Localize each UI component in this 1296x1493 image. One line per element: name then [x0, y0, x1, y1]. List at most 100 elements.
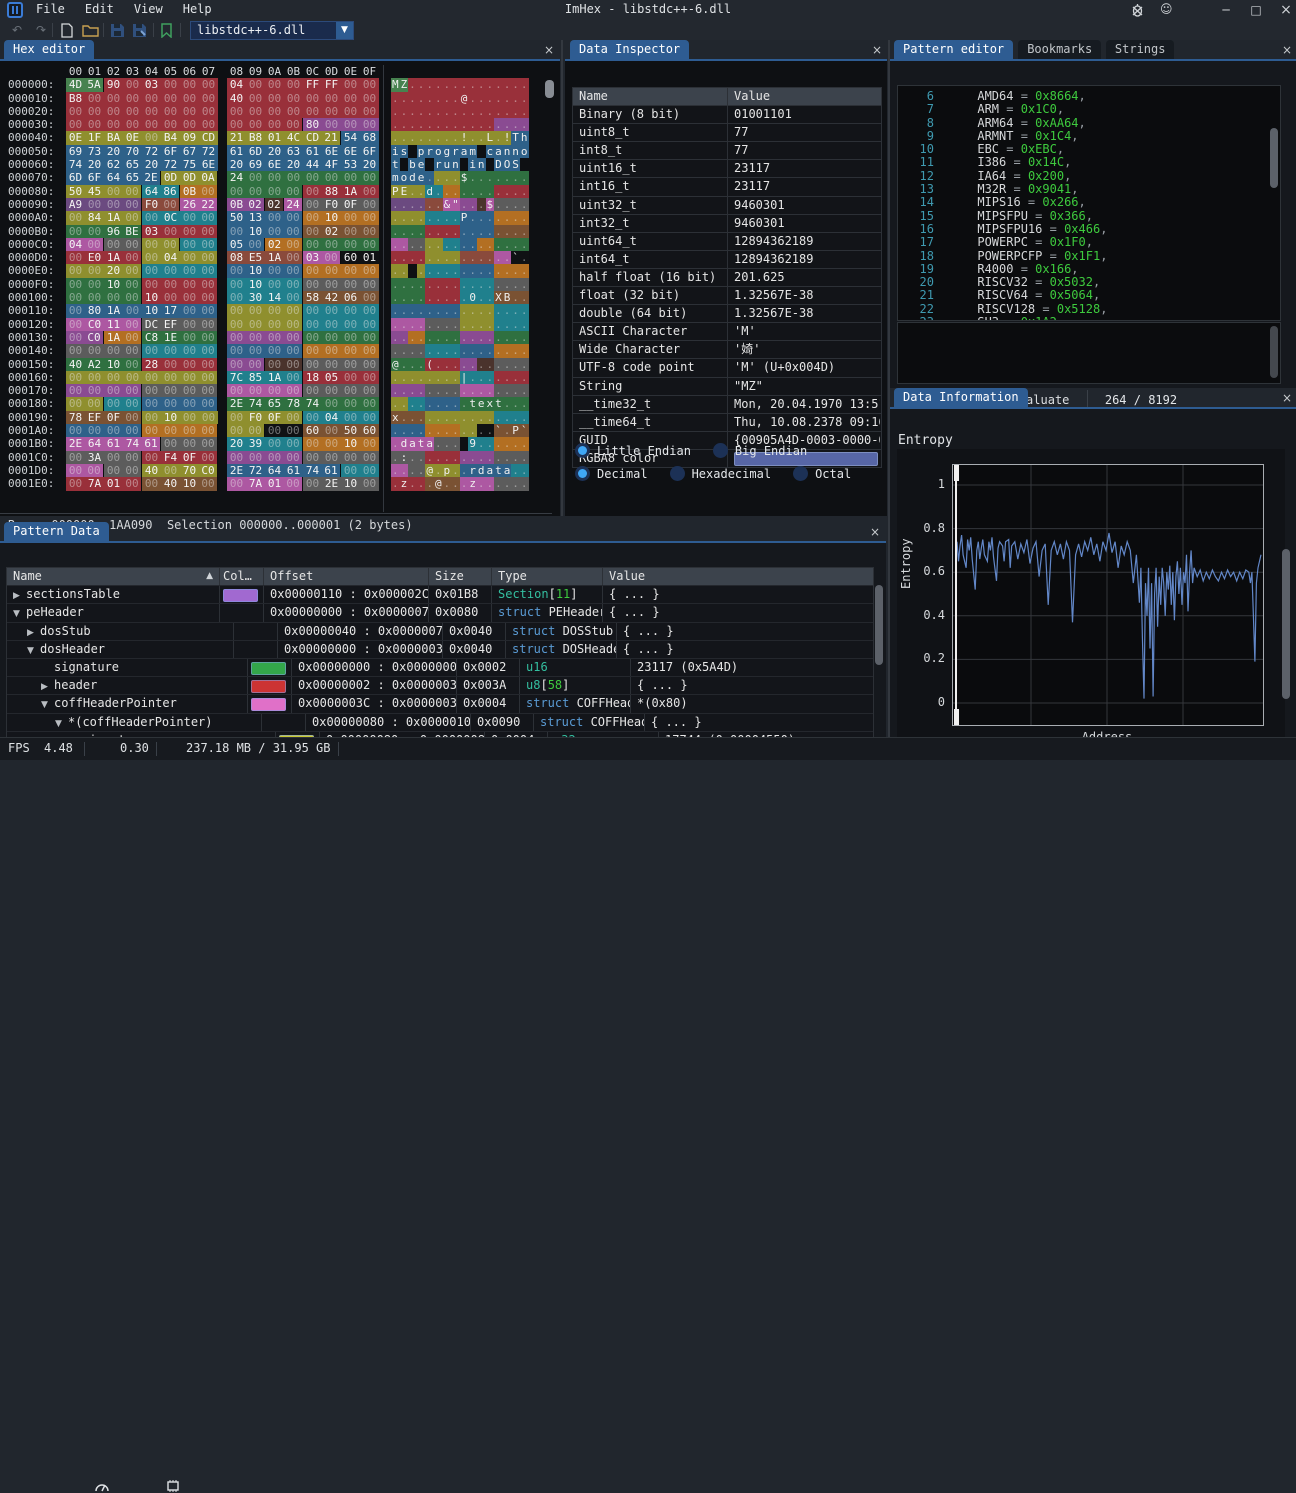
- ascii-char[interactable]: .: [468, 92, 477, 105]
- ascii-char[interactable]: .: [511, 211, 520, 224]
- hex-byte[interactable]: 00: [246, 78, 265, 91]
- hex-byte[interactable]: 00: [284, 278, 303, 291]
- hex-byte[interactable]: 00: [227, 304, 246, 317]
- ascii-char[interactable]: .: [486, 318, 495, 331]
- hex-byte[interactable]: A2: [85, 358, 104, 371]
- hex-byte[interactable]: 00: [180, 331, 199, 344]
- ascii-char[interactable]: .: [417, 397, 426, 410]
- ascii-char[interactable]: .: [417, 225, 426, 238]
- hex-byte[interactable]: 18: [303, 371, 322, 384]
- ascii-char[interactable]: .: [417, 251, 426, 264]
- hex-byte[interactable]: 6F: [85, 171, 104, 184]
- ascii-char[interactable]: .: [451, 411, 460, 424]
- ascii-char[interactable]: .: [400, 211, 409, 224]
- hex-byte[interactable]: 42: [322, 291, 341, 304]
- hex-byte[interactable]: 70: [123, 145, 142, 158]
- hex-byte[interactable]: FF: [303, 78, 322, 91]
- ascii-char[interactable]: .: [486, 384, 495, 397]
- open-file-icon[interactable]: [82, 23, 99, 38]
- inspector-row[interactable]: float (32 bit)1.32567E-38: [573, 287, 881, 305]
- hex-byte[interactable]: 00: [284, 318, 303, 331]
- hex-byte[interactable]: 73: [85, 145, 104, 158]
- hex-byte[interactable]: 00: [341, 411, 360, 424]
- ascii-char[interactable]: p: [417, 145, 426, 158]
- ascii-char[interactable]: .: [468, 278, 477, 291]
- ascii-char[interactable]: .: [503, 185, 512, 198]
- ascii-char[interactable]: .: [468, 318, 477, 331]
- ascii-char[interactable]: .: [460, 424, 469, 437]
- hex-byte[interactable]: 00: [123, 477, 142, 490]
- hex-byte[interactable]: 00: [303, 437, 322, 450]
- ascii-char[interactable]: .: [494, 358, 503, 371]
- hex-byte[interactable]: 80: [85, 304, 104, 317]
- ascii-char[interactable]: P: [391, 185, 400, 198]
- ascii-char[interactable]: .: [451, 251, 460, 264]
- ascii-char[interactable]: .: [503, 78, 512, 91]
- ascii-char[interactable]: .: [520, 464, 529, 477]
- ascii-char[interactable]: .: [417, 424, 426, 437]
- hex-byte[interactable]: 61: [303, 145, 322, 158]
- ascii-char[interactable]: .: [425, 411, 434, 424]
- inspector-row[interactable]: Wide Character'婍': [573, 341, 881, 359]
- ascii-char[interactable]: .: [477, 358, 486, 371]
- hex-byte[interactable]: 00: [284, 118, 303, 131]
- hex-byte[interactable]: 00: [284, 344, 303, 357]
- hex-byte[interactable]: 00: [322, 437, 341, 450]
- format-radio-octal[interactable]: [793, 466, 808, 481]
- bookmark-icon[interactable]: [160, 23, 173, 38]
- hex-byte[interactable]: 2E: [66, 437, 85, 450]
- hex-byte[interactable]: 00: [180, 304, 199, 317]
- hex-byte[interactable]: 65: [123, 158, 142, 171]
- ascii-char[interactable]: `: [494, 424, 503, 437]
- hex-byte[interactable]: 96: [104, 225, 123, 238]
- hex-byte[interactable]: 21: [322, 131, 341, 144]
- hex-byte[interactable]: 24: [227, 171, 246, 184]
- ascii-char[interactable]: .: [408, 278, 417, 291]
- ascii-char[interactable]: .: [400, 238, 409, 251]
- hex-byte[interactable]: 00: [161, 397, 180, 410]
- hex-byte[interactable]: 00: [246, 358, 265, 371]
- hex-byte[interactable]: 00: [265, 437, 284, 450]
- hex-byte[interactable]: 00: [66, 331, 85, 344]
- ascii-char[interactable]: .: [434, 198, 443, 211]
- hex-byte[interactable]: 00: [227, 278, 246, 291]
- hex-byte[interactable]: 00: [284, 211, 303, 224]
- ascii-char[interactable]: e: [477, 397, 486, 410]
- ascii-char[interactable]: .: [477, 78, 486, 91]
- hex-byte[interactable]: 39: [246, 437, 265, 450]
- hex-byte[interactable]: 0C: [161, 211, 180, 224]
- hex-byte[interactable]: 00: [227, 331, 246, 344]
- hex-byte[interactable]: 20: [227, 158, 246, 171]
- hex-byte[interactable]: 00: [303, 92, 322, 105]
- hex-byte[interactable]: 00: [265, 304, 284, 317]
- ascii-char[interactable]: .: [417, 358, 426, 371]
- ascii-char[interactable]: .: [408, 105, 417, 118]
- hex-byte[interactable]: 02: [322, 225, 341, 238]
- ascii-char[interactable]: .: [417, 92, 426, 105]
- ascii-char[interactable]: a: [425, 437, 434, 450]
- hex-byte[interactable]: 40: [161, 477, 180, 490]
- hex-byte[interactable]: 01: [265, 131, 284, 144]
- ascii-char[interactable]: |: [460, 371, 469, 384]
- ascii-char[interactable]: .: [443, 331, 452, 344]
- hex-byte[interactable]: 1A: [265, 371, 284, 384]
- ascii-char[interactable]: .: [443, 92, 452, 105]
- ascii-char[interactable]: .: [434, 78, 443, 91]
- ascii-char[interactable]: @: [434, 477, 443, 490]
- ascii-char[interactable]: .: [408, 131, 417, 144]
- hex-byte[interactable]: 00: [123, 92, 142, 105]
- ascii-char[interactable]: .: [434, 251, 443, 264]
- ascii-char[interactable]: .: [494, 411, 503, 424]
- hex-byte[interactable]: 00: [104, 105, 123, 118]
- ascii-char[interactable]: .: [451, 451, 460, 464]
- tab-pattern-editor[interactable]: Pattern editor: [894, 40, 1013, 59]
- ascii-char[interactable]: .: [400, 464, 409, 477]
- tree-toggle-icon[interactable]: ▼: [27, 643, 40, 658]
- hex-byte[interactable]: 0A: [199, 171, 218, 184]
- ascii-char[interactable]: .: [417, 318, 426, 331]
- hex-byte[interactable]: 00: [265, 171, 284, 184]
- ascii-char[interactable]: .: [425, 264, 434, 277]
- hex-byte[interactable]: 00: [322, 424, 341, 437]
- hex-byte[interactable]: 00: [66, 318, 85, 331]
- ascii-char[interactable]: .: [511, 477, 520, 490]
